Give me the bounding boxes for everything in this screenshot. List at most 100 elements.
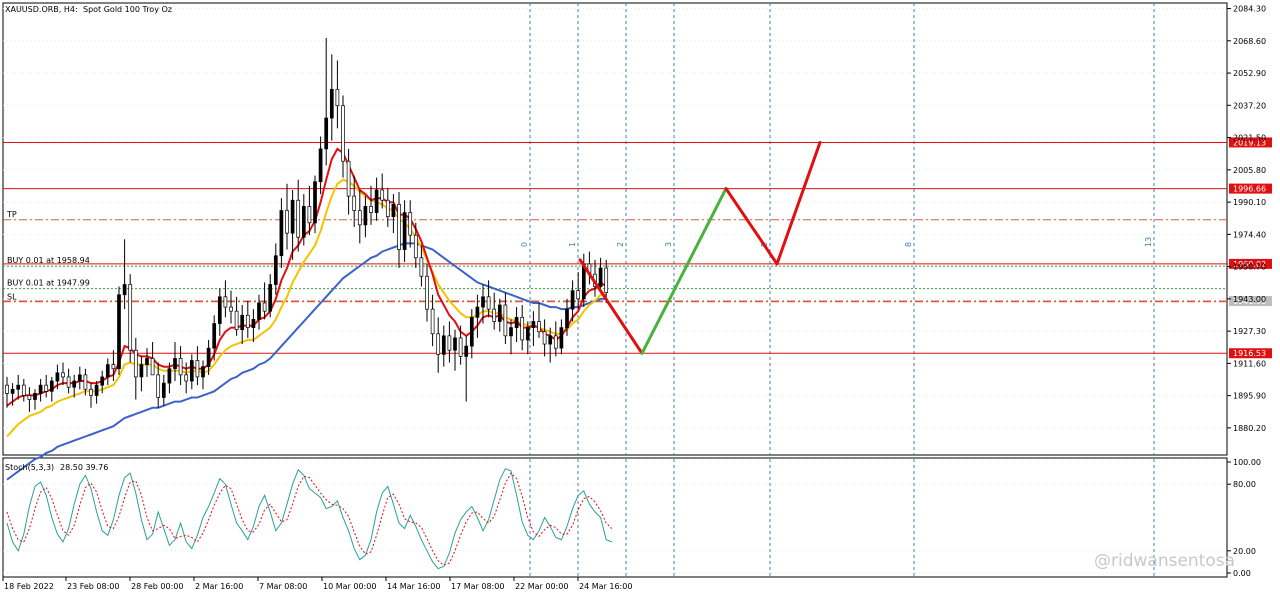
oscillator-values: 28.50 39.76 xyxy=(60,463,108,472)
candle-body xyxy=(55,372,60,382)
price-tick-label: 1974.40 xyxy=(1233,230,1266,239)
candle-body xyxy=(117,294,121,370)
level-label: BUY 0.01 at 1958.94 xyxy=(7,256,90,265)
candle-body xyxy=(273,255,278,285)
watermark-text: @ridwansentosa xyxy=(1094,551,1235,571)
candle-body xyxy=(44,384,49,392)
fib-zone-label: 0 xyxy=(520,242,529,247)
candle-body xyxy=(16,384,21,390)
candle-body xyxy=(10,388,15,394)
candle-body xyxy=(145,358,149,365)
candle-body xyxy=(559,327,564,349)
candle-body xyxy=(72,380,77,388)
price-tick-label: 2037.20 xyxy=(1233,101,1266,110)
candle-body xyxy=(268,284,273,312)
candle-body xyxy=(156,374,161,398)
candle-body xyxy=(570,290,575,310)
candle-body xyxy=(245,314,250,328)
candle-body xyxy=(195,360,200,378)
candle-body xyxy=(201,366,205,378)
candle-body xyxy=(497,304,502,322)
stochastic-oscillator xyxy=(6,468,613,570)
projection-segment xyxy=(775,140,822,266)
candle-body xyxy=(122,284,127,296)
time-tick-label: 7 Mar 08:00 xyxy=(259,582,307,591)
candle-body xyxy=(335,88,340,107)
candle-body xyxy=(234,310,239,331)
candle-body xyxy=(341,105,345,162)
candle-body xyxy=(38,384,43,394)
red-moving-average xyxy=(6,147,607,407)
price-tick-label: 1880.20 xyxy=(1233,424,1266,433)
candle-body xyxy=(206,347,211,368)
candle-body xyxy=(357,210,362,226)
fib-zone-label: 8 xyxy=(904,242,913,247)
candle-body xyxy=(475,306,480,318)
level-label: BUY 0.01 at 1947.99 xyxy=(7,279,90,288)
candle-body xyxy=(464,345,469,357)
candle-body xyxy=(257,302,261,320)
candle-body xyxy=(525,327,530,341)
time-tick-label: 18 Feb 2022 xyxy=(4,582,54,591)
candle-body xyxy=(49,380,54,392)
candle-body xyxy=(458,337,463,357)
candle-body xyxy=(318,148,323,183)
candle-body xyxy=(385,199,390,218)
candle-body xyxy=(128,284,133,351)
candle-body xyxy=(189,360,194,382)
price-tick-label: 2052.90 xyxy=(1233,69,1266,78)
candle-body xyxy=(5,384,9,394)
candle-body xyxy=(307,206,312,224)
time-tick-label: 22 Mar 00:00 xyxy=(515,582,568,591)
price-tag-label: 1996.66 xyxy=(1233,185,1266,194)
candle-body xyxy=(223,296,228,308)
time-tick-label: 24 Mar 16:00 xyxy=(579,582,632,591)
candle-body xyxy=(21,384,26,396)
candle-body xyxy=(380,189,385,201)
candle-body xyxy=(604,267,609,294)
trading-chart[interactable]: 01235813 2019.131996.66TP1960.02BUY 0.01… xyxy=(0,0,1280,598)
red-ma-line xyxy=(6,147,607,407)
candle-body xyxy=(83,374,88,390)
candle-body xyxy=(553,335,558,349)
time-tick-label: 2 Mar 16:00 xyxy=(195,582,243,591)
candle-body xyxy=(369,206,373,213)
time-tick-label: 23 Feb 08:00 xyxy=(67,582,119,591)
candle-body xyxy=(240,314,245,331)
candle-body xyxy=(509,327,513,337)
candle-body xyxy=(352,195,357,211)
candle-body xyxy=(425,275,429,310)
candle-body xyxy=(391,203,396,218)
candle-body xyxy=(346,160,351,197)
candle-body xyxy=(212,323,217,349)
level-label: SL xyxy=(7,293,17,302)
candle-body xyxy=(492,308,497,322)
candle-body xyxy=(178,358,183,376)
time-axis: 18 Feb 2022 23 Feb 08:00 28 Feb 00:00 2 Mar… xyxy=(2,577,632,591)
oscillator-grid xyxy=(2,457,1228,578)
candle-body xyxy=(296,199,301,238)
candle-body xyxy=(441,335,446,355)
chart-symbol: XAUUSD.ORB, H4: xyxy=(5,5,78,14)
candle-body xyxy=(419,257,424,277)
candlesticks xyxy=(5,37,609,412)
candle-body xyxy=(503,304,508,337)
chart-description: Spot Gold 100 Troy Oz xyxy=(83,5,172,14)
horizontal-levels[interactable]: 2019.131996.66TP1960.02BUY 0.01 at 1958.… xyxy=(3,137,1272,359)
candle-body xyxy=(397,203,401,250)
candle-body xyxy=(61,372,65,378)
candle-body xyxy=(66,376,71,388)
price-tick-label: 2068.60 xyxy=(1233,37,1266,46)
price-tick-label: 1927.30 xyxy=(1233,327,1266,336)
candle-body xyxy=(576,290,581,300)
candle-body xyxy=(469,316,474,347)
candle-body xyxy=(430,308,435,335)
candle-body xyxy=(161,382,166,398)
candle-body xyxy=(520,316,525,341)
candle-body xyxy=(301,206,306,238)
candle-body xyxy=(486,296,491,310)
candle-body xyxy=(531,321,536,328)
stochastic-signal-line xyxy=(6,472,613,566)
oscillator-tick-label: 20.00 xyxy=(1233,547,1256,556)
candle-body xyxy=(408,212,413,236)
